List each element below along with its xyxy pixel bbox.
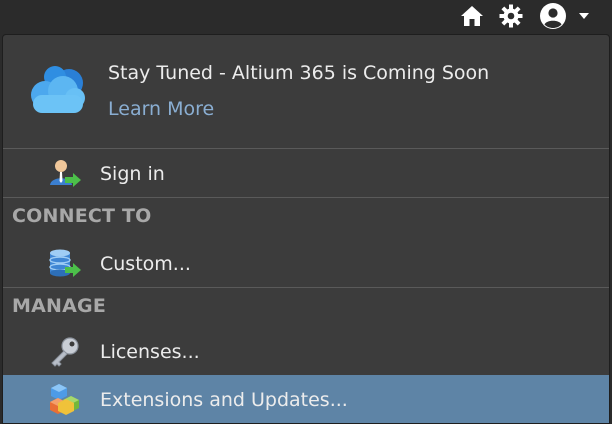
account-dropdown-menu: Stay Tuned - Altium 365 is Coming Soon L…: [2, 34, 610, 424]
connect-to-header: CONNECT TO: [12, 205, 152, 227]
licenses-label: Licenses...: [100, 341, 200, 363]
sign-in-icon: [47, 157, 83, 191]
sign-in-label: Sign in: [100, 163, 165, 185]
user-circle-icon[interactable]: [539, 2, 567, 30]
manage-section: MANAGE: [3, 287, 609, 325]
custom-label: Custom...: [100, 253, 191, 275]
learn-more-link[interactable]: Learn More: [108, 98, 214, 120]
database-connect-icon: [47, 247, 83, 281]
extensions-cubes-icon: [47, 382, 83, 416]
custom-item[interactable]: Custom...: [3, 241, 609, 287]
connect-to-section: CONNECT TO: [3, 197, 609, 235]
promo-banner: Stay Tuned - Altium 365 is Coming Soon L…: [3, 35, 609, 149]
gear-icon[interactable]: [497, 2, 525, 30]
top-toolbar: [0, 0, 612, 34]
home-icon[interactable]: [458, 2, 486, 30]
manage-header: MANAGE: [12, 295, 106, 317]
extensions-item[interactable]: Extensions and Updates...: [3, 375, 609, 423]
caret-down-icon[interactable]: [572, 2, 596, 30]
licenses-item[interactable]: Licenses...: [3, 329, 609, 375]
extensions-label: Extensions and Updates...: [100, 389, 348, 411]
cloud-icon: [25, 63, 89, 119]
promo-title: Stay Tuned - Altium 365 is Coming Soon: [108, 62, 490, 84]
key-icon: [47, 335, 83, 369]
sign-in-item[interactable]: Sign in: [3, 151, 609, 197]
